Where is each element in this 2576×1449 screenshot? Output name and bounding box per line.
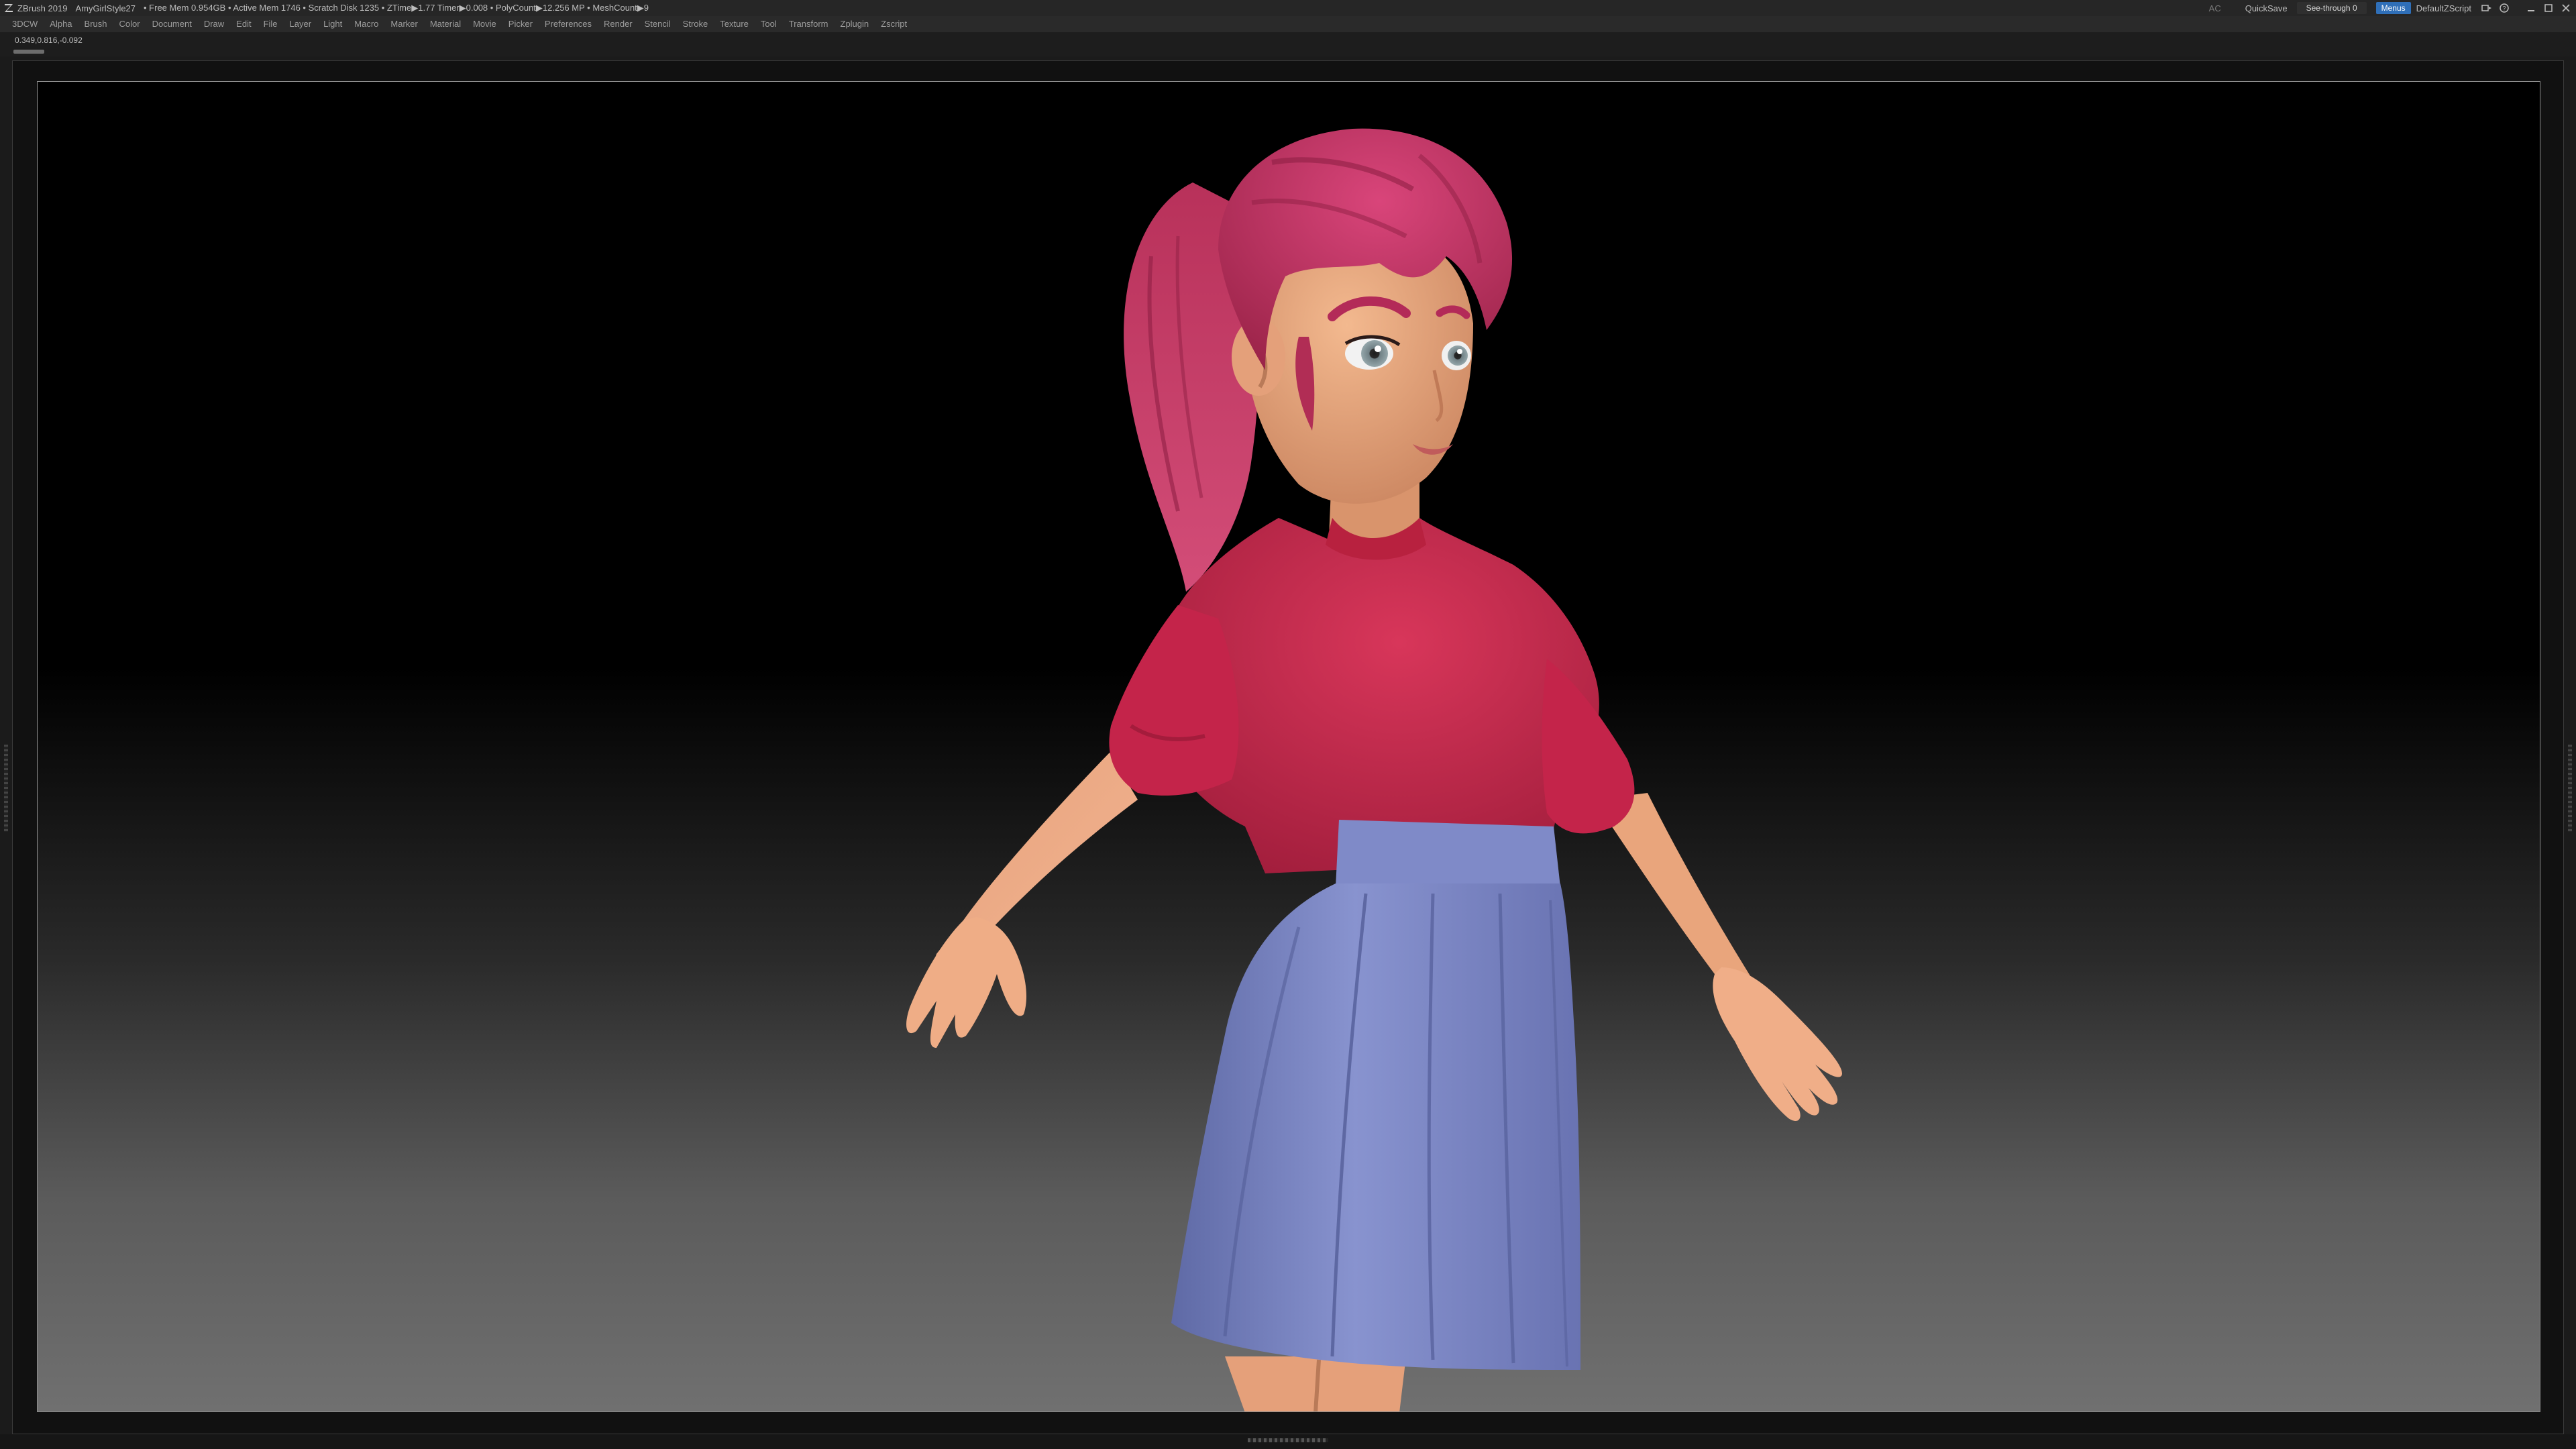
menu-light[interactable]: Light	[317, 16, 348, 32]
right-hand	[1713, 967, 1842, 1122]
menu-stroke[interactable]: Stroke	[677, 16, 714, 32]
menu-edit[interactable]: Edit	[230, 16, 257, 32]
document-viewport[interactable]	[37, 81, 2540, 1412]
cursor-coordinates: 0.349,0.816,-0.092	[15, 36, 83, 45]
menus-toggle[interactable]: Menus	[2375, 2, 2411, 14]
menu-transform[interactable]: Transform	[783, 16, 835, 32]
quicksave-button[interactable]: QuickSave	[2245, 3, 2288, 13]
menu-draw[interactable]: Draw	[198, 16, 230, 32]
shelf-handle[interactable]	[13, 50, 44, 54]
left-hand	[906, 917, 1027, 1048]
sculpt-model[interactable]	[38, 82, 2540, 1412]
zbrush-logo-icon	[5, 4, 13, 12]
see-through-label: See-through 0	[2306, 3, 2357, 13]
ac-toggle[interactable]: AC	[2209, 3, 2221, 13]
canvas-frame	[12, 60, 2564, 1434]
document-name: AmyGirlStyle27	[75, 3, 136, 13]
menu-3dcw[interactable]: 3DCW	[0, 16, 44, 32]
bottom-tray-grip[interactable]	[1248, 1438, 1328, 1442]
left-tray[interactable]	[0, 60, 12, 1434]
skirt-waistband	[1336, 820, 1560, 887]
memory-stats: • Free Mem 0.954GB • Active Mem 1746 • S…	[144, 3, 649, 13]
menu-alpha[interactable]: Alpha	[44, 16, 78, 32]
title-bar: ZBrush 2019 AmyGirlStyle27 • Free Mem 0.…	[0, 0, 2576, 16]
default-zscript-button[interactable]: DefaultZScript	[2416, 3, 2471, 13]
minimize-icon[interactable]	[2525, 2, 2537, 14]
see-through-slider[interactable]: See-through 0	[2296, 2, 2367, 14]
info-bar: 0.349,0.816,-0.092	[0, 32, 2576, 56]
menu-picker[interactable]: Picker	[502, 16, 539, 32]
right-tray-grip[interactable]	[2568, 745, 2572, 832]
menu-macro[interactable]: Macro	[348, 16, 384, 32]
skirt	[1171, 883, 1580, 1370]
menu-zscript[interactable]: Zscript	[875, 16, 913, 32]
menu-material[interactable]: Material	[424, 16, 467, 32]
bottom-shelf	[0, 1434, 2576, 1449]
menu-stencil[interactable]: Stencil	[639, 16, 677, 32]
left-sleeve	[1109, 605, 1239, 796]
menu-texture[interactable]: Texture	[714, 16, 755, 32]
restore-icon[interactable]	[2542, 2, 2555, 14]
palette-layout-icon[interactable]	[2481, 2, 2493, 14]
main-menu-bar: 3DCW Alpha Brush Color Document Draw Edit File L…	[0, 16, 2576, 32]
menu-file[interactable]: File	[258, 16, 284, 32]
menu-marker[interactable]: Marker	[384, 16, 423, 32]
menu-render[interactable]: Render	[598, 16, 639, 32]
menu-brush[interactable]: Brush	[78, 16, 113, 32]
app-title: ZBrush 2019	[17, 3, 68, 13]
menu-preferences[interactable]: Preferences	[539, 16, 598, 32]
menu-document[interactable]: Document	[146, 16, 198, 32]
menu-tool[interactable]: Tool	[755, 16, 783, 32]
help-icon[interactable]: ?	[2498, 2, 2510, 14]
close-icon[interactable]	[2560, 2, 2572, 14]
eye	[1361, 340, 1388, 367]
menu-color[interactable]: Color	[113, 16, 146, 32]
menu-zplugin[interactable]: Zplugin	[835, 16, 875, 32]
menu-layer[interactable]: Layer	[284, 16, 318, 32]
svg-text:?: ?	[2502, 5, 2506, 12]
zbrush-window: ZBrush 2019 AmyGirlStyle27 • Free Mem 0.…	[0, 0, 2576, 1449]
menu-movie[interactable]: Movie	[467, 16, 502, 32]
left-tray-grip[interactable]	[4, 745, 8, 832]
right-tray[interactable]	[2564, 60, 2576, 1434]
